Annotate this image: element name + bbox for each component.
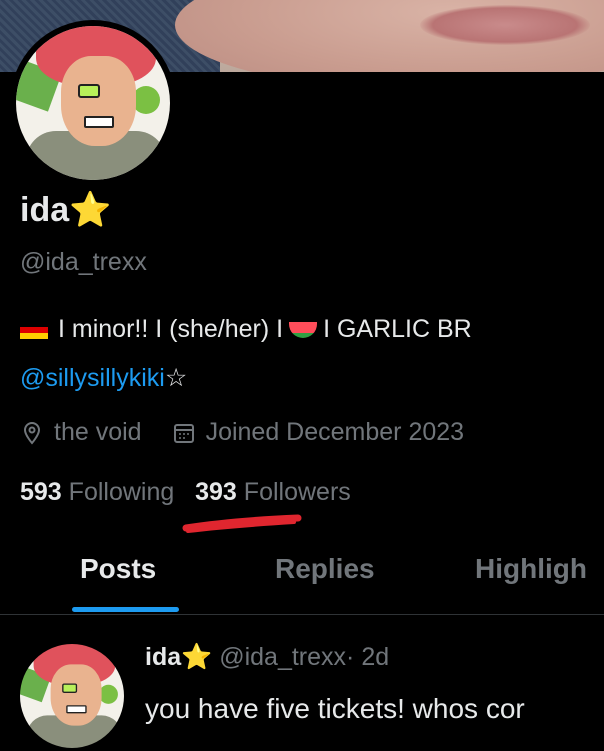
bio-text-part2: I GARLIC BR bbox=[323, 315, 472, 343]
post-author-handle[interactable]: @ida_trexx bbox=[219, 643, 346, 671]
calendar-icon bbox=[173, 423, 194, 443]
profile-name: ida⭐ bbox=[20, 190, 111, 230]
post-avatar-illustration bbox=[20, 644, 124, 748]
avatar-illustration bbox=[16, 26, 170, 180]
location-text: the void bbox=[54, 418, 142, 446]
watermelon-emoji bbox=[289, 322, 318, 339]
joined-date-text: Joined December 2023 bbox=[205, 418, 465, 446]
location-pin-icon bbox=[23, 421, 41, 445]
active-tab-indicator bbox=[72, 607, 179, 612]
tab-highlights[interactable]: Highligh bbox=[475, 553, 587, 585]
red-underline-scribble bbox=[182, 514, 302, 533]
tabs-divider bbox=[0, 614, 604, 615]
following-count: 593 bbox=[20, 478, 62, 506]
bio-star-symbol: ☆ bbox=[164, 364, 188, 392]
follow-counts: 593 Following 393 Followers bbox=[20, 478, 351, 507]
profile-meta: the void Joined December 2023 bbox=[20, 418, 464, 447]
post-author-name[interactable]: ida bbox=[145, 643, 181, 671]
tab-posts[interactable]: Posts bbox=[80, 553, 156, 585]
profile-tabs: Posts Replies Highligh bbox=[0, 545, 604, 613]
following-link[interactable]: 593 Following bbox=[20, 478, 174, 506]
banner-photo-detail bbox=[420, 5, 590, 45]
germany-flag-emoji bbox=[20, 321, 48, 340]
followers-link[interactable]: 393 Followers bbox=[195, 478, 351, 506]
bio-text-part1: I minor!! I (she/her) I bbox=[58, 315, 284, 343]
bio-mention-link[interactable]: @sillysillykiki bbox=[20, 364, 165, 392]
followers-count: 393 bbox=[195, 478, 237, 506]
post-header: ida⭐ @ida_trexx· 2d bbox=[145, 643, 389, 672]
following-label: Following bbox=[68, 478, 175, 506]
followers-label: Followers bbox=[243, 478, 351, 506]
post-avatar[interactable] bbox=[20, 644, 124, 748]
profile-bio: I minor!! I (she/her) I I GARLIC BR bbox=[20, 315, 472, 344]
star-emoji: ⭐ bbox=[69, 191, 112, 229]
profile-name-text: ida bbox=[20, 191, 70, 229]
post-text: you have five tickets! whos cor bbox=[145, 693, 525, 724]
post-star-emoji: ⭐ bbox=[181, 643, 213, 671]
bio-mention-line: @sillysillykiki☆ bbox=[20, 363, 187, 393]
tab-replies[interactable]: Replies bbox=[275, 553, 375, 585]
post-timestamp[interactable]: · 2d bbox=[346, 643, 389, 671]
profile-avatar[interactable] bbox=[10, 20, 176, 186]
profile-handle: @ida_trexx bbox=[20, 248, 147, 276]
